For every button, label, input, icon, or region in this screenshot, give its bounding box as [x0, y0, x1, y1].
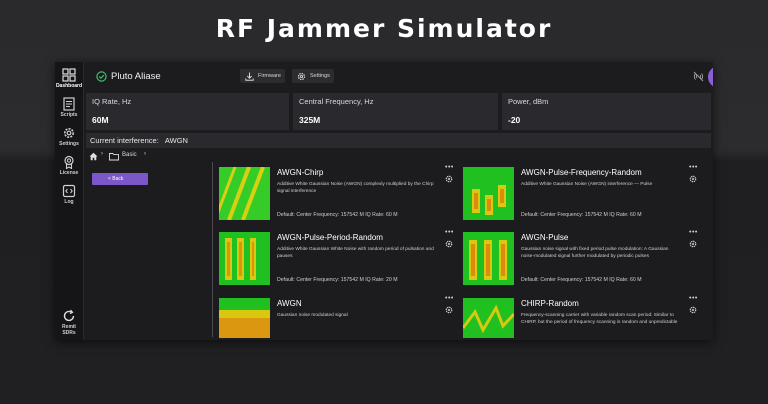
card-description: Additive White Gaussian White Noise with… [277, 247, 434, 260]
card-description: Gaussian noise signal with fixed period … [521, 247, 669, 260]
sidebar-item-label: Log [64, 199, 74, 205]
current-interference-value: AWGN [164, 136, 188, 145]
metric-iq-rate: IQ Rate, Hz 60M [86, 93, 289, 130]
gear-icon[interactable] [689, 175, 697, 183]
sidebar-item-label: Scripts [60, 112, 78, 118]
spectrum-thumbnail [463, 298, 514, 338]
more-icon[interactable]: ••• [445, 229, 454, 236]
gear-icon [297, 72, 306, 81]
topbar: Pluto Aliase Firmware Settings [84, 62, 713, 92]
current-interference: Current interference: AWGN [86, 133, 711, 148]
divider [212, 162, 213, 337]
card-awgn-pulse-period-random[interactable]: AWGN-Pulse-Period-Random Additive White … [219, 229, 457, 292]
card-description: Gaussian noise modulated signal [277, 313, 348, 318]
chevron-right-icon: › [144, 151, 146, 157]
code-icon [62, 184, 76, 198]
card-awgn-pulse[interactable]: AWGN-Pulse Gaussian noise signal with fi… [463, 229, 701, 292]
sidebar-item-label: Dashboard [55, 83, 83, 89]
sidebar: Dashboard Scripts Settings License Log R… [55, 62, 84, 340]
more-icon[interactable]: ••• [445, 295, 454, 302]
metric-label: Power, dBm [508, 97, 549, 106]
gear-icon [64, 128, 74, 138]
metric-label: Central Frequency, Hz [299, 97, 374, 106]
sidebar-item-log[interactable]: Log [55, 184, 83, 205]
metric-central-frequency: Central Frequency, Hz 325M [293, 93, 498, 130]
metric-value: 60M [92, 115, 109, 125]
current-interference-label: Current interference: [90, 136, 159, 145]
gear-icon[interactable] [445, 240, 453, 248]
more-icon[interactable]: ••• [689, 229, 698, 236]
back-button[interactable]: < Back [92, 173, 148, 185]
sidebar-item-label: License [59, 170, 79, 176]
gear-icon[interactable] [689, 240, 697, 248]
gear-icon[interactable] [689, 306, 697, 314]
sidebar-item-settings[interactable]: Settings [55, 126, 83, 147]
breadcrumb-folder[interactable]: Basic [122, 152, 137, 158]
card-title: AWGN-Chirp [277, 168, 324, 177]
metric-power: Power, dBm -20 [502, 93, 711, 130]
card-defaults: Default: Center Frequency: 157542 M IQ R… [521, 277, 642, 283]
card-title: AWGN-Pulse-Period-Random [277, 233, 383, 242]
spectrum-thumbnail [219, 298, 270, 338]
card-title: CHIRP-Random [521, 299, 579, 308]
signal-off-icon[interactable] [693, 71, 704, 82]
card-defaults: Default: Center Frequency: 157542 M IQ R… [521, 212, 642, 218]
device-name: Pluto Aliase [111, 71, 161, 82]
card-description: Additive White Gaussian Noise (AWGN) int… [521, 182, 653, 187]
sidebar-item-license[interactable]: License [55, 155, 83, 176]
card-chirp-random[interactable]: CHIRP-Random Frequency-scanning carrier … [463, 295, 701, 340]
gear-icon[interactable] [445, 175, 453, 183]
card-defaults: Default: Center Frequency: 157542 M IQ R… [277, 212, 398, 218]
sidebar-item-label: Settings [59, 141, 79, 147]
sidebar-item-scripts[interactable]: Scripts [55, 97, 83, 118]
app-window: Dashboard Scripts Settings License Log R… [55, 62, 713, 340]
card-awgn[interactable]: AWGN Gaussian noise modulated signal ••• [219, 295, 457, 340]
sidebar-item-label: SDRs [62, 330, 76, 336]
more-icon[interactable]: ••• [689, 295, 698, 302]
card-awgn-chirp[interactable]: AWGN-Chirp Additive White Gaussian Noise… [219, 164, 457, 227]
spectrum-thumbnail [219, 167, 270, 220]
card-description: Additive White Gaussian Noise (AWGN) com… [277, 182, 434, 195]
check-circle-icon [96, 71, 107, 82]
folder-icon [109, 153, 119, 161]
metric-value: 325M [299, 115, 321, 125]
script-icon [63, 97, 75, 111]
spectrum-thumbnail [463, 167, 514, 220]
refresh-icon [63, 309, 75, 322]
more-icon[interactable]: ••• [689, 164, 698, 171]
gear-icon[interactable] [445, 306, 453, 314]
sidebar-item-remit-sdrs[interactable]: Remit SDRs [55, 309, 83, 336]
home-icon[interactable] [89, 152, 98, 161]
more-icon[interactable]: ••• [445, 164, 454, 171]
play-button[interactable] [708, 66, 713, 88]
card-awgn-pulse-frequency-random[interactable]: AWGN-Pulse-Frequency-Random Additive Whi… [463, 164, 701, 227]
card-description: Frequency-scanning carrier with variable… [521, 313, 678, 326]
card-defaults: Default: Center Frequency: 157542 M IQ R… [277, 277, 398, 283]
badge-icon [64, 155, 74, 169]
card-title: AWGN-Pulse [521, 233, 569, 242]
card-title: AWGN [277, 299, 302, 308]
chevron-right-icon: › [101, 151, 103, 157]
metric-value: -20 [508, 115, 521, 125]
settings-button-label: Settings [310, 73, 330, 79]
card-title: AWGN-Pulse-Frequency-Random [521, 168, 642, 177]
firmware-button-label: Firmware [258, 73, 281, 79]
sidebar-item-dashboard[interactable]: Dashboard [55, 68, 83, 89]
firmware-button[interactable]: Firmware [240, 69, 285, 83]
hero-title: RF Jammer Simulator [215, 14, 553, 43]
settings-button[interactable]: Settings [292, 69, 334, 83]
spectrum-thumbnail [219, 232, 270, 285]
download-icon [245, 72, 254, 81]
metric-label: IQ Rate, Hz [92, 97, 132, 106]
spectrum-thumbnail [463, 232, 514, 285]
grid-icon [62, 68, 76, 82]
